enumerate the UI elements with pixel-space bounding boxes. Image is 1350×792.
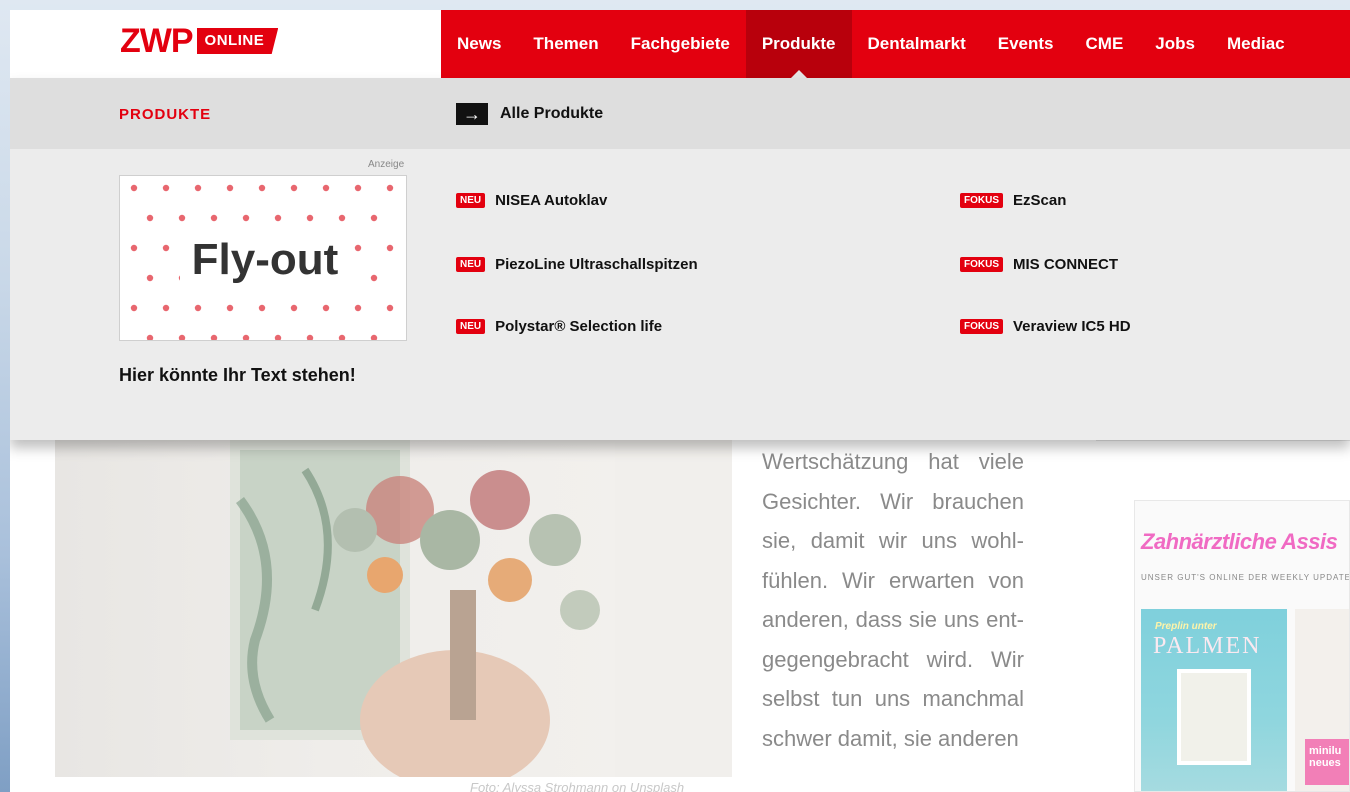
all-products-label: Alle Produkte <box>500 105 604 122</box>
ad-image-text: Fly-out <box>180 236 350 284</box>
flyout-header: PRODUKTE → Alle Produkte <box>10 78 1350 149</box>
site-header: ZWP ONLINE News Themen Fachgebiete Produ… <box>10 10 1350 79</box>
article-paragraph: Wertschätzung hat viele Gesichter. Wir b… <box>762 449 1024 751</box>
photo-caption: Foto: Alyssa Strohmann on Unsplash <box>470 780 685 792</box>
product-label: MIS CONNECT <box>1013 256 1118 273</box>
product-label: Veraview IC5 HD <box>1013 318 1131 335</box>
ad-banner[interactable]: Fly-out <box>119 175 407 341</box>
new-badge: NEU <box>456 193 486 208</box>
nav-item-cme[interactable]: CME <box>1070 10 1140 78</box>
product-link-ezscan[interactable]: FOKUS EzScan <box>960 192 1066 209</box>
logo-wordmark: ZWP <box>120 22 194 60</box>
logo-area: ZWP ONLINE <box>10 10 441 78</box>
focus-badge: FOKUS <box>960 193 1003 208</box>
magazine-subtitle: UNSER GUT'S ONLINE DER WEEKLY UPDATE UNS… <box>1141 573 1350 582</box>
all-products-link[interactable]: → Alle Produkte <box>456 103 603 125</box>
magazine-badge: minilu neues <box>1305 739 1349 785</box>
focus-badge: FOKUS <box>960 319 1003 334</box>
focus-badge: FOKUS <box>960 257 1003 272</box>
nav-item-fachgebiete[interactable]: Fachgebiete <box>615 10 746 78</box>
products-flyout-menu: PRODUKTE → Alle Produkte Anzeige Fly-out… <box>10 78 1350 440</box>
nav-item-produkte[interactable]: Produkte <box>745 10 852 79</box>
flower-bouquet-image <box>230 440 732 777</box>
arrow-right-icon: → <box>456 103 488 125</box>
ad-caption[interactable]: Hier könnte Ihr Text stehen! <box>119 365 356 386</box>
magazine-teaser[interactable]: Zahnärztliche Assis UNSER GUT'S ONLINE D… <box>1134 500 1350 792</box>
product-link-mis-connect[interactable]: FOKUS MIS CONNECT <box>960 256 1118 273</box>
new-badge: NEU <box>456 257 486 272</box>
product-link-nisea[interactable]: NEU NISEA Autoklav <box>456 192 607 209</box>
nav-item-dentalmarkt[interactable]: Dentalmarkt <box>852 10 982 78</box>
nav-item-news[interactable]: News <box>441 10 517 78</box>
cover-photo <box>1177 669 1251 765</box>
sidebar-divider <box>1096 440 1350 441</box>
article-photo <box>55 440 732 777</box>
product-link-veraview[interactable]: FOKUS Veraview IC5 HD <box>960 318 1131 335</box>
cover-title: PALMEN <box>1153 633 1262 659</box>
logo-badge: ONLINE <box>196 28 279 54</box>
magazine-title: Zahnärztliche Assis <box>1141 529 1338 554</box>
product-label: NISEA Autoklav <box>495 192 608 209</box>
flyout-title: PRODUKTE <box>119 106 212 123</box>
main-nav: News Themen Fachgebiete Produkte Dentalm… <box>441 10 1350 79</box>
nav-item-jobs[interactable]: Jobs <box>1139 10 1211 78</box>
product-label: Polystar® Selection life <box>495 318 663 335</box>
new-badge: NEU <box>456 319 486 334</box>
ad-label: Anzeige <box>368 159 405 170</box>
site-logo[interactable]: ZWP ONLINE <box>120 22 279 60</box>
nav-item-events[interactable]: Events <box>982 10 1070 78</box>
magazine-cover: Preplin unter PALMEN <box>1141 609 1287 791</box>
product-link-piezoline[interactable]: NEU PiezoLine Ultraschallspitzen <box>456 256 698 273</box>
cover-kicker: Preplin unter <box>1155 621 1217 632</box>
nav-item-mediac[interactable]: Mediac <box>1211 10 1301 78</box>
page: Foto: Alyssa Strohmann on Unsplash Werts… <box>10 10 1350 792</box>
product-link-polystar[interactable]: NEU Polystar® Selection life <box>456 318 662 335</box>
product-label: EzScan <box>1013 192 1067 209</box>
product-label: PiezoLine Ultraschallspitzen <box>495 256 698 273</box>
nav-item-themen[interactable]: Themen <box>517 10 614 78</box>
article-text: Wertschätzung hat viele Gesichter. Wir b… <box>762 442 1024 758</box>
